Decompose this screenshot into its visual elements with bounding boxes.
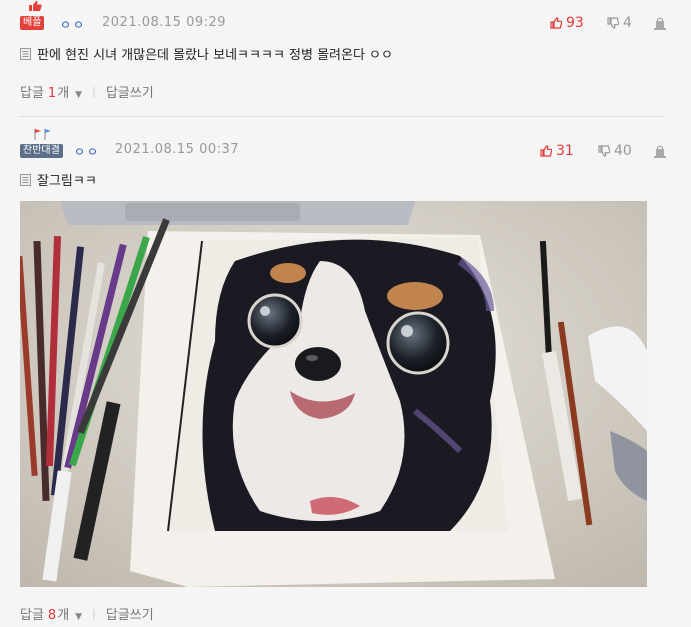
comment-date: 2021.08.15 09:29 xyxy=(102,15,227,30)
reply-unit: 개 xyxy=(57,86,70,101)
reply-label: 답글 xyxy=(20,86,44,101)
comment-author[interactable]: ㅇㅇ xyxy=(60,16,86,33)
reply-unit: 개 xyxy=(57,608,70,623)
write-reply-button[interactable]: 답글쓰기 xyxy=(106,82,154,101)
comment-author[interactable]: ㅇㅇ xyxy=(74,143,100,160)
versus-badge: 찬반대결 xyxy=(20,129,63,158)
thumbs-down-icon xyxy=(607,17,619,29)
thumbs-up-icon xyxy=(540,145,552,157)
thumbs-up-icon xyxy=(550,17,562,29)
comment-text: 판에 현진 시녀 개많은데 몰랐나 보네ㅋㅋㅋㅋ 정병 몰려온다 ㅇㅇ xyxy=(37,48,393,63)
downvote-button[interactable]: 4 xyxy=(607,15,632,31)
attached-photo[interactable] xyxy=(20,201,647,587)
comment-meta: 찬반대결 ㅇㅇ 2021.08.15 00:37 31 40 xyxy=(20,128,666,159)
report-icon[interactable] xyxy=(654,17,666,31)
reply-label: 답글 xyxy=(20,608,44,623)
downvote-button[interactable]: 40 xyxy=(598,143,632,159)
badge-label: 베플 xyxy=(20,16,45,30)
chevron-down-icon: ▼ xyxy=(75,612,83,622)
thumbs-down-icon xyxy=(598,145,610,157)
badge-label: 찬반대결 xyxy=(20,144,63,158)
reply-controls: 답글 1개 ▼ | 답글쓰기 xyxy=(20,82,154,101)
comment-text: 잘그림ㅋㅋ xyxy=(37,174,97,189)
replies-toggle[interactable]: 답글 1개 ▼ xyxy=(20,82,82,101)
comment-item: 베플 ㅇㅇ 2021.08.15 09:29 93 4 판에 현진 시녀 개많은… xyxy=(20,0,666,101)
best-badge: 베플 xyxy=(20,0,48,30)
memo-icon xyxy=(20,173,31,186)
upvote-button[interactable]: 31 xyxy=(540,143,574,159)
comment-date: 2021.08.15 00:37 xyxy=(115,142,240,157)
replies-toggle[interactable]: 답글 8개 ▼ xyxy=(20,604,82,623)
downvote-count: 4 xyxy=(623,15,632,31)
drawing-illustration xyxy=(20,201,647,587)
reply-controls: 답글 8개 ▼ | 답글쓰기 xyxy=(20,604,154,623)
downvote-count: 40 xyxy=(614,143,632,159)
memo-icon xyxy=(20,47,31,60)
upvote-button[interactable]: 93 xyxy=(550,15,584,31)
thumbs-up-icon xyxy=(29,0,42,12)
upvote-count: 31 xyxy=(556,143,574,159)
comment-meta: 베플 ㅇㅇ 2021.08.15 09:29 93 4 xyxy=(20,0,666,32)
reply-count: 1 xyxy=(47,86,57,101)
divider-bar: | xyxy=(92,607,96,620)
write-reply-button[interactable]: 답글쓰기 xyxy=(106,604,154,623)
divider-bar: | xyxy=(92,85,96,98)
reply-count: 8 xyxy=(47,608,57,623)
report-icon[interactable] xyxy=(654,145,666,159)
comment-body: 판에 현진 시녀 개많은데 몰랐나 보네ㅋㅋㅋㅋ 정병 몰려온다 ㅇㅇ xyxy=(20,44,393,63)
comment-body: 잘그림ㅋㅋ xyxy=(20,170,97,189)
comment-divider xyxy=(20,116,665,117)
chevron-down-icon: ▼ xyxy=(75,90,83,100)
upvote-count: 93 xyxy=(566,15,584,31)
flags-icon xyxy=(34,129,51,140)
comment-item: 찬반대결 ㅇㅇ 2021.08.15 00:37 31 40 잘그림ㅋㅋ 답글 … xyxy=(20,128,666,623)
